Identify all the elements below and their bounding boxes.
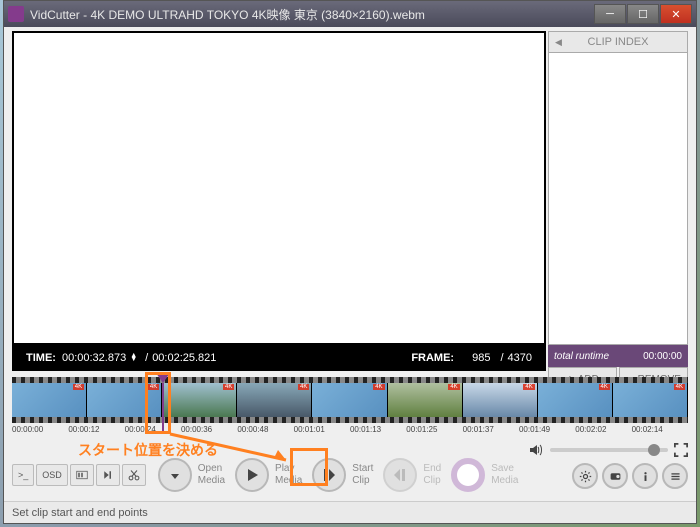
timeline-thumb xyxy=(613,383,688,417)
timeline-thumb xyxy=(312,383,387,417)
media-info-button[interactable] xyxy=(602,463,628,489)
frame-label: FRAME: xyxy=(411,352,454,364)
timeline-thumb xyxy=(463,383,538,417)
volume-slider[interactable] xyxy=(550,448,668,452)
tick: 00:01:25 xyxy=(406,425,462,434)
fullscreen-icon[interactable] xyxy=(674,443,688,457)
timeline-thumb xyxy=(388,383,463,417)
time-stepper[interactable]: ▲▼ xyxy=(130,354,137,362)
tick: 00:01:01 xyxy=(294,425,350,434)
tick: 00:01:37 xyxy=(463,425,519,434)
clip-index-panel: ◀ CLIP INDEX total runtime 00:00:00 +ADD… xyxy=(548,31,688,391)
tick: 00:00:36 xyxy=(181,425,237,434)
video-player: TIME: 00:00:32.873 ▲▼ / 00:02:25.821 FRA… xyxy=(12,31,546,371)
timeline[interactable]: 00:00:00 00:00:12 00:00:24 00:00:36 00:0… xyxy=(12,377,688,435)
settings-button[interactable] xyxy=(572,463,598,489)
maximize-button[interactable]: ☐ xyxy=(627,4,659,24)
play-media-button[interactable] xyxy=(235,458,269,492)
menu-button[interactable] xyxy=(662,463,688,489)
runtime-value: 00:00:00 xyxy=(643,351,682,362)
clip-list[interactable] xyxy=(548,53,688,345)
close-button[interactable]: ✕ xyxy=(660,4,692,24)
start-clip-label: Start Clip xyxy=(352,463,373,487)
status-text: Set clip start and end points xyxy=(12,507,148,519)
timeline-thumb xyxy=(162,383,237,417)
collapse-icon[interactable]: ◀ xyxy=(555,37,562,48)
frame-separator: / xyxy=(500,352,503,364)
runtime-bar: total runtime 00:00:00 xyxy=(548,345,688,367)
total-frames: 4370 xyxy=(508,352,532,364)
time-label: TIME: xyxy=(26,352,56,364)
tick: 00:01:49 xyxy=(519,425,575,434)
save-media-label: Save Media xyxy=(491,463,518,487)
start-clip-button[interactable] xyxy=(312,458,346,492)
tick: 00:00:24 xyxy=(125,425,181,434)
tick: 00:00:48 xyxy=(237,425,293,434)
keyframes-button[interactable] xyxy=(70,464,94,486)
status-bar: Set clip start and end points xyxy=(4,501,696,523)
end-clip-button[interactable] xyxy=(383,458,417,492)
app-window: VidCutter - 4K DEMO ULTRAHD TOKYO 4K映像 東… xyxy=(3,0,697,524)
time-separator: / xyxy=(145,352,148,364)
video-canvas[interactable] xyxy=(14,33,544,343)
duration: 00:02:25.821 xyxy=(152,352,216,364)
title-bar[interactable]: VidCutter - 4K DEMO ULTRAHD TOKYO 4K映像 東… xyxy=(4,1,696,27)
timeline-thumb xyxy=(12,383,87,417)
console-button[interactable]: >_ xyxy=(12,464,34,486)
tick: 00:02:14 xyxy=(632,425,688,434)
play-media-label: Play Media xyxy=(275,463,302,487)
playhead[interactable] xyxy=(156,373,170,383)
clip-index-title: CLIP INDEX xyxy=(588,36,649,48)
minimize-button[interactable]: ─ xyxy=(594,4,626,24)
end-clip-label: End Clip xyxy=(423,463,441,487)
osd-button[interactable]: OSD xyxy=(36,464,68,486)
skip-button[interactable] xyxy=(96,464,120,486)
tick: 00:00:12 xyxy=(68,425,124,434)
tick: 00:01:13 xyxy=(350,425,406,434)
volume-icon[interactable] xyxy=(528,442,544,458)
tick: 00:02:02 xyxy=(575,425,631,434)
right-controls xyxy=(528,437,688,497)
timeline-thumb xyxy=(237,383,312,417)
save-media-button[interactable] xyxy=(451,458,485,492)
tick: 00:00:00 xyxy=(12,425,68,434)
cut-button[interactable] xyxy=(122,464,146,486)
timeline-thumb xyxy=(87,383,162,417)
current-time: 00:00:32.873 xyxy=(62,352,126,364)
time-ticks: 00:00:00 00:00:12 00:00:24 00:00:36 00:0… xyxy=(12,423,688,434)
open-media-label: Open Media xyxy=(198,463,225,487)
clip-index-header: ◀ CLIP INDEX xyxy=(548,31,688,53)
app-icon xyxy=(8,6,24,22)
window-title: VidCutter - 4K DEMO ULTRAHD TOKYO 4K映像 東… xyxy=(30,6,593,23)
about-button[interactable] xyxy=(632,463,658,489)
runtime-label: total runtime xyxy=(554,351,609,362)
timeline-thumb xyxy=(538,383,613,417)
playback-info-bar: TIME: 00:00:32.873 ▲▼ / 00:02:25.821 FRA… xyxy=(12,345,546,371)
open-media-button[interactable] xyxy=(158,458,192,492)
volume-thumb[interactable] xyxy=(648,444,660,456)
film-strip[interactable] xyxy=(12,377,688,423)
current-frame: 985 xyxy=(472,352,490,364)
